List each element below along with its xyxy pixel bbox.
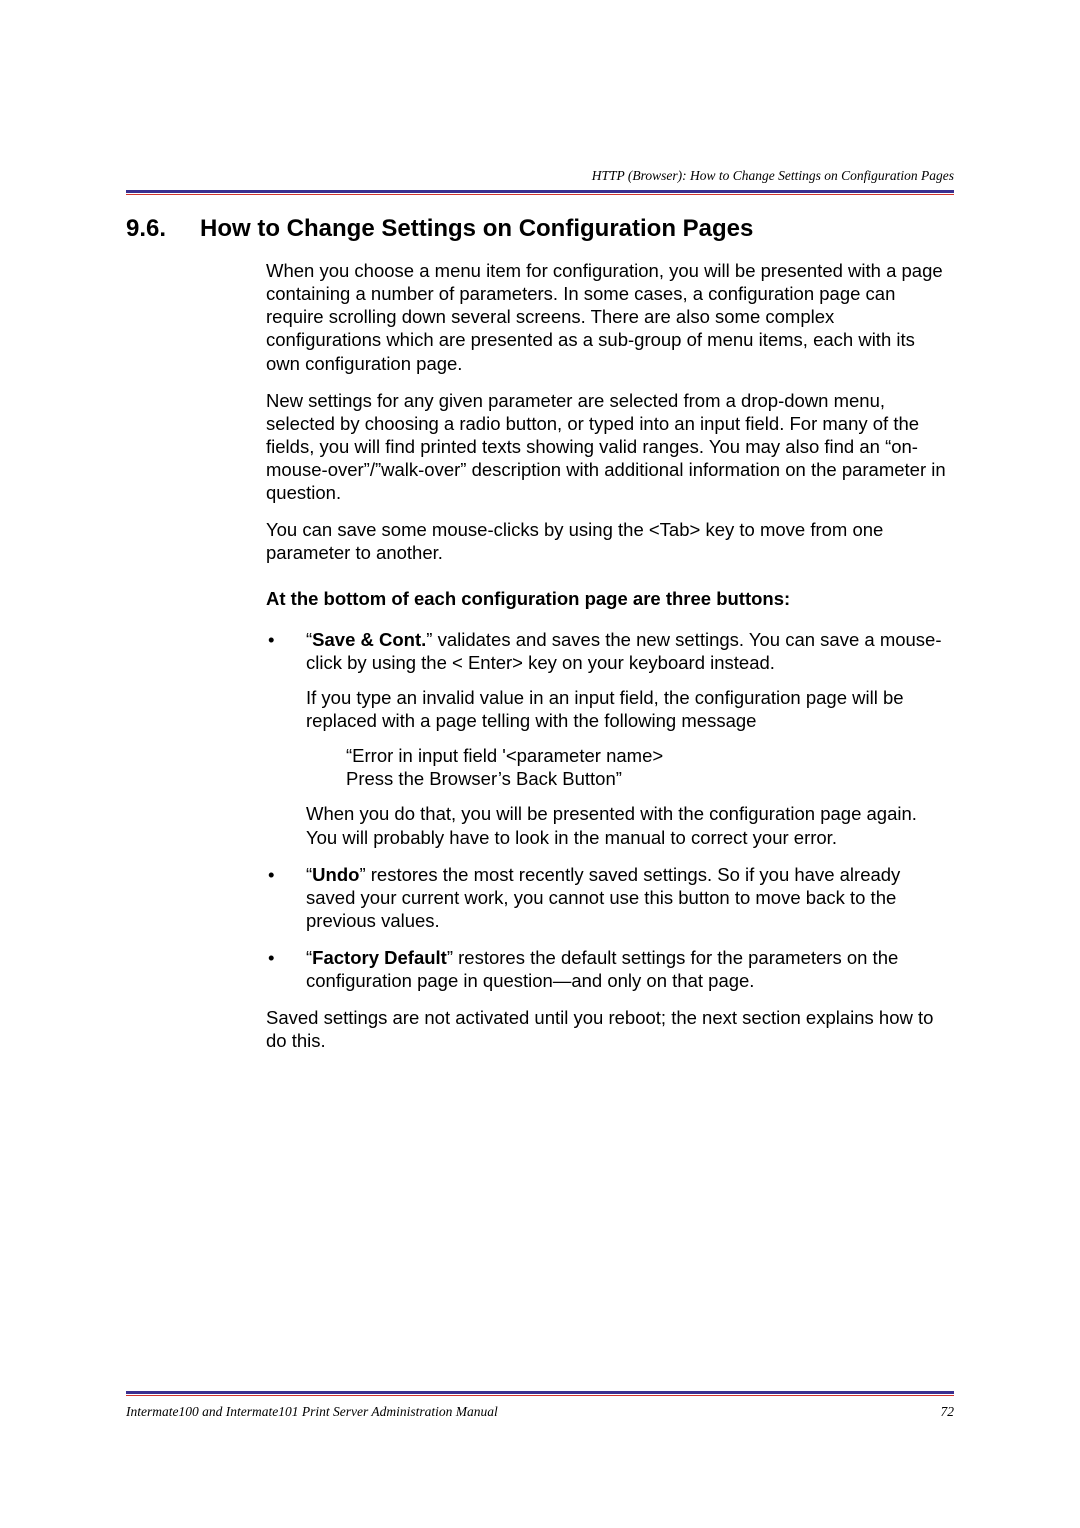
paragraph: Saved settings are not activated until y… [266,1006,950,1052]
bold-text: Save & Cont. [312,629,426,650]
paragraph: New settings for any given parameter are… [266,389,950,505]
page-footer: Intermate100 and Intermate101 Print Serv… [126,1404,954,1420]
list-item: • “Save & Cont.” validates and saves the… [266,628,950,849]
list-item-content: “Save & Cont.” validates and saves the n… [306,628,950,849]
page-number: 72 [941,1404,955,1420]
footer-rule [126,1391,954,1396]
paragraph: When you do that, you will be presented … [306,802,950,848]
footer-left: Intermate100 and Intermate101 Print Serv… [126,1404,498,1420]
bullet-icon: • [266,946,306,992]
quote-line: “Error in input field '<parameter name> [346,744,950,767]
bold-text: Factory Default [312,947,447,968]
running-header: HTTP (Browser): How to Change Settings o… [126,168,954,184]
bullet-icon: • [266,628,306,849]
header-rule [126,190,954,195]
subheading: At the bottom of each configuration page… [266,587,950,610]
list-item-content: “Undo” restores the most recently saved … [306,863,950,932]
text: ” restores the most recently saved setti… [306,864,900,931]
list-item: • “Factory Default” restores the default… [266,946,950,992]
section-number: 9.6. [126,215,166,243]
bullet-icon: • [266,863,306,932]
quote-line: Press the Browser’s Back Button” [346,767,950,790]
quoted-block: “Error in input field '<parameter name> … [346,744,950,790]
section-title: How to Change Settings on Configuration … [200,215,753,243]
bold-text: Undo [312,864,359,885]
list-item: • “Undo” restores the most recently save… [266,863,950,932]
list-item-content: “Factory Default” restores the default s… [306,946,950,992]
paragraph: If you type an invalid value in an input… [306,686,950,732]
paragraph: You can save some mouse-clicks by using … [266,518,950,564]
paragraph: When you choose a menu item for configur… [266,259,950,375]
section-heading: 9.6. How to Change Settings on Configura… [126,215,954,243]
body-content: When you choose a menu item for configur… [266,259,950,1053]
